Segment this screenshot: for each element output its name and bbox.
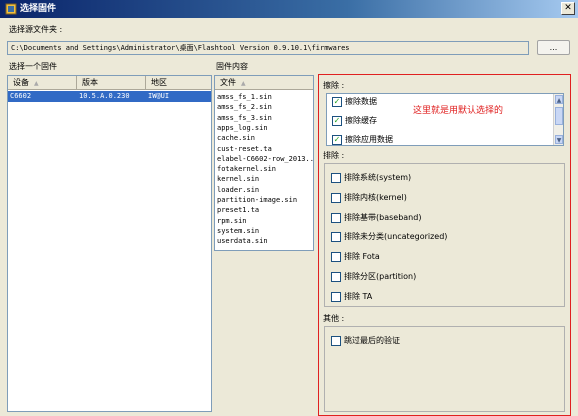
checkbox[interactable]: ✓ [332,97,342,107]
file-list-item[interactable]: cache.sin [217,133,255,143]
firmware-table[interactable]: 设备 ▲ 版本 地区 C6602 10.5.A.0.230 IW@UI [7,75,212,412]
checkbox[interactable] [331,173,341,183]
scroll-down-icon[interactable]: ▼ [555,135,563,144]
checkbox-label: 擦除数据 [345,97,377,106]
cell-region: IW@UI [148,92,170,100]
file-list-item[interactable]: preset1.ta [217,205,259,215]
checkbox[interactable] [331,272,341,282]
wipe-section-label: 擦除 : [323,81,345,90]
file-list-item[interactable]: amss_fs_1.sin [217,92,272,102]
checkbox[interactable] [331,336,341,346]
wipe-list[interactable]: ✓ 擦除数据 ✓ 擦除缓存 ✓ 擦除应用数据 [326,93,564,146]
file-list-item[interactable]: elabel-C6602-row_2013... [217,154,313,164]
column-header-device[interactable]: 设备 ▲ [8,76,77,90]
file-list-item[interactable]: cust-reset.ta [217,144,272,154]
app-icon [5,3,17,15]
file-list-item[interactable]: loader.sin [217,185,259,195]
source-folder-label: 选择源文件夹 : [9,25,63,34]
checkbox-label: 排除 TA [344,291,373,301]
checkbox[interactable] [331,291,341,302]
column-header-file[interactable]: 文件 ▲ [215,76,313,90]
exclude-group: 排除系统(system) 排除内核(kernel) 排除基带(baseband) 排除… [324,163,565,307]
checkbox[interactable] [331,252,341,263]
file-list-item[interactable]: userdata.sin [217,236,268,246]
sort-ascending-icon: ▲ [241,80,246,87]
checkbox-label: 擦除缓存 [345,116,377,125]
checkbox[interactable]: ✓ [332,135,342,145]
content-section-label: 固件内容 [216,62,248,71]
file-list-item[interactable]: system.sin [217,226,259,236]
file-list[interactable]: 文件 ▲ amss_fs_1.sin amss_fs_2.sin amss_fs_3.… [214,75,314,251]
checkbox-label: 排除 Fota [344,252,380,262]
misc-section-label: 其他 : [323,314,345,323]
file-list-item[interactable]: amss_fs_2.sin [217,102,272,112]
table-row[interactable]: C6602 10.5.A.0.230 IW@UI [8,91,211,102]
checkbox[interactable] [331,192,341,203]
file-list-item[interactable]: apps_log.sin [217,123,268,133]
file-list-item[interactable]: rpm.sin [217,216,247,226]
checkbox[interactable]: ✓ [332,116,342,126]
checkbox-label: 排除未分类(uncategorized) [344,232,448,242]
folder-path-field[interactable]: C:\Documents and Settings\Administrator\… [7,41,529,55]
scroll-up-icon[interactable]: ▲ [555,95,563,104]
checkbox-label: 排除系统(system) [344,173,412,182]
file-list-item[interactable]: kernel.sin [217,174,259,184]
cell-device: C6602 [10,92,32,100]
checkbox-label: 排除基带(baseband) [344,212,422,222]
checkbox[interactable] [331,212,341,223]
checkbox-label: 跳过最后的验证 [344,336,400,345]
checkbox-label: 排除内核(kernel) [344,192,407,202]
cell-version: 10.5.A.0.230 [79,92,130,100]
sort-ascending-icon: ▲ [34,80,39,87]
close-button[interactable]: ✕ [561,2,575,15]
file-list-item[interactable]: partition-image.sin [217,195,297,205]
column-header-region[interactable]: 地区 [146,76,211,90]
column-header-version[interactable]: 版本 [77,76,146,90]
annotation-text: 这里就是用默认选择的 [413,106,504,116]
file-list-item[interactable]: fotakernel.sin [217,164,276,174]
scroll-thumb[interactable] [555,107,563,125]
misc-group: 跳过最后的验证 [324,326,565,412]
checkbox-label: 排除分区(partition) [344,272,417,281]
exclude-section-label: 排除 : [323,151,345,160]
wipe-list-scrollbar[interactable]: ▲ ▼ [553,94,563,145]
checkbox[interactable] [331,232,341,243]
checkbox-label: 擦除应用数据 [345,135,393,144]
title-bar: 选择固件 ✕ [0,0,578,18]
firmware-section-label: 选择一个固件 [9,62,57,71]
browse-button[interactable]: ... [537,40,570,55]
window-title: 选择固件 [20,4,57,14]
file-list-item[interactable]: amss_fs_3.sin [217,113,272,123]
